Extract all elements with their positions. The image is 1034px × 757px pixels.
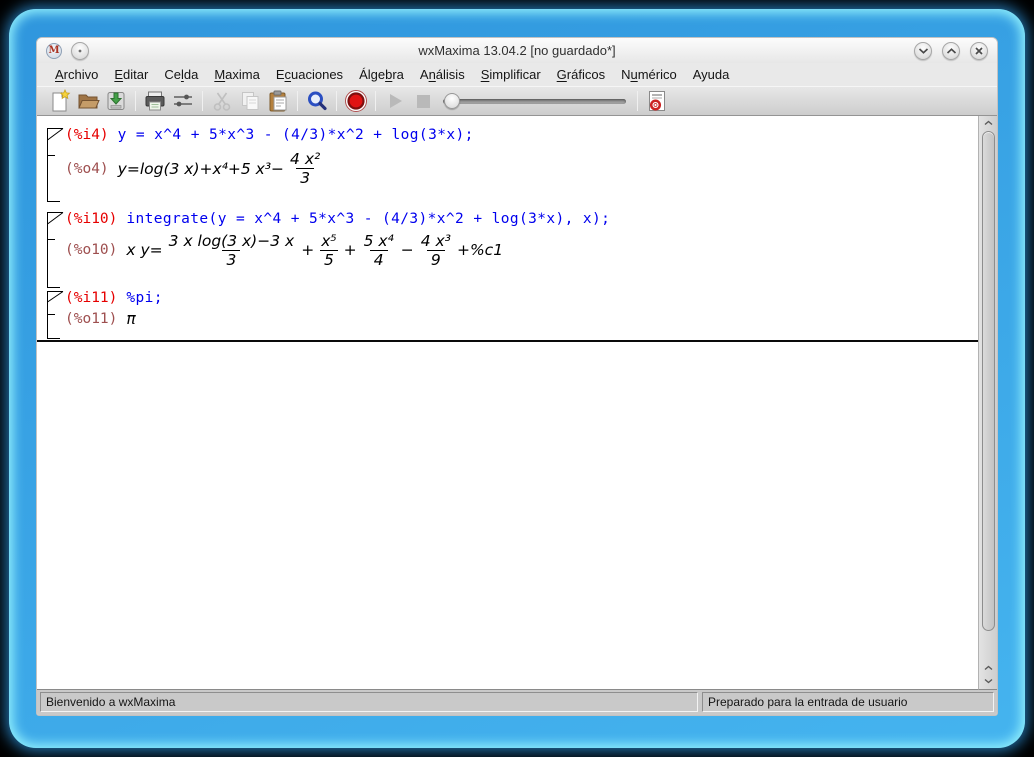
status-message: Bienvenido a wxMaxima — [40, 692, 698, 712]
toolbar-separator — [637, 91, 638, 111]
status-bar: Bienvenido a wxMaxima Preparado para la … — [37, 690, 997, 715]
cut-button[interactable] — [208, 88, 236, 115]
window-menu-button[interactable] — [71, 41, 89, 60]
menu-bar: Archivo Editar Celda Maxima Ecuaciones Álgebr… — [37, 63, 997, 86]
menu-ayuda[interactable]: Ayuda — [685, 65, 738, 84]
output-label: (%o10) — [65, 242, 118, 259]
input-label: (%i4) — [65, 127, 109, 143]
save-icon — [107, 92, 125, 110]
output-label: (%o11) — [65, 311, 118, 328]
open-folder-icon — [78, 94, 100, 109]
toolbar-separator — [297, 91, 298, 111]
output-line: (%o4) y=log(3 x)+x⁴+5 x³− 4 x² 3 — [65, 150, 978, 188]
paste-button[interactable] — [264, 88, 292, 115]
chevron-up-icon — [946, 47, 956, 54]
interrupt-stop-icon — [345, 90, 367, 112]
menu-ecuaciones[interactable]: Ecuaciones — [268, 65, 351, 84]
scrollbar-thumb[interactable] — [981, 131, 995, 631]
scroll-up-button-bottom[interactable] — [979, 661, 997, 674]
dot-icon — [78, 49, 82, 52]
find-button[interactable] — [303, 88, 331, 115]
play-animation-button[interactable] — [381, 88, 409, 115]
input-line[interactable]: (%i10) integrate(y = x^4 + 5*x^3 - (4/3)… — [65, 211, 978, 227]
slider-knob[interactable] — [444, 93, 460, 109]
stop-icon — [417, 95, 430, 108]
menu-editar[interactable]: Editar — [106, 65, 156, 84]
window-title: wxMaxima 13.04.2 [no guardado*] — [418, 43, 616, 58]
math-output: x y= 3 x log(3 x)−3 x 3 + x⁵ 5 +5 x⁴ 4−4 x³ 9 +%c… — [126, 231, 504, 269]
cell-i4[interactable]: (%i4) y = x^4 + 5*x^3 - (4/3)*x^2 + log(… — [47, 127, 978, 202]
close-button[interactable] — [970, 41, 988, 60]
find-magnifier-icon — [308, 91, 327, 111]
cell-bracket[interactable] — [47, 211, 65, 288]
wxmaxima-app-icon: M — [46, 42, 62, 59]
input-code[interactable]: y = x^4 + 5*x^3 - (4/3)*x^2 + log(3*x); — [118, 127, 474, 143]
copy-icon — [242, 92, 259, 110]
chevron-down-icon — [984, 678, 992, 683]
print-icon — [145, 91, 165, 111]
worksheet[interactable]: (%i4) y = x^4 + 5*x^3 - (4/3)*x^2 + log(… — [37, 116, 978, 690]
maximize-button[interactable] — [942, 41, 960, 60]
output-label: (%o4) — [65, 160, 109, 177]
menu-maxima[interactable]: Maxima — [206, 65, 268, 84]
follow-help-button[interactable] — [643, 88, 671, 115]
interrupt-button[interactable] — [342, 88, 370, 115]
chevron-up-icon — [984, 120, 992, 125]
wxmaxima-window: M wxMaxima 13.04.2 [no guardado*] Archiv… — [36, 37, 998, 716]
vertical-scrollbar[interactable] — [978, 116, 997, 690]
cell-bracket[interactable] — [47, 128, 65, 202]
paste-clipboard-icon — [269, 90, 287, 112]
toolbar — [37, 86, 997, 116]
new-document-button[interactable] — [46, 88, 74, 115]
cell-bracket[interactable] — [47, 291, 65, 340]
toolbar-separator — [375, 91, 376, 111]
input-line[interactable]: (%i11) %pi; — [65, 290, 978, 306]
toolbar-separator — [336, 91, 337, 111]
stop-animation-button[interactable] — [409, 88, 437, 115]
cell-i10[interactable]: (%i10) integrate(y = x^4 + 5*x^3 - (4/3)… — [47, 211, 978, 288]
chevron-down-icon — [918, 47, 928, 54]
horizontal-caret[interactable] — [37, 340, 978, 343]
cell-i11[interactable]: (%i11) %pi; (%o11) π — [47, 290, 978, 340]
print-button[interactable] — [141, 88, 169, 115]
maxima-status: Preparado para la entrada de usuario — [702, 692, 994, 712]
input-label: (%i11) — [65, 290, 118, 307]
menu-celda[interactable]: Celda — [156, 65, 206, 84]
cut-scissors-icon — [213, 92, 231, 111]
help-lifebuoy-page-icon — [649, 91, 665, 111]
math-output: π — [126, 310, 136, 329]
preferences-sliders-icon — [174, 94, 192, 107]
open-button[interactable] — [74, 88, 102, 115]
chevron-up-icon — [984, 665, 992, 670]
menu-numerico[interactable]: Numérico — [613, 65, 685, 84]
menu-archivo[interactable]: Archivo — [47, 65, 106, 84]
math-output: y=log(3 x)+x⁴+5 x³− 4 x² 3 — [117, 150, 321, 188]
menu-analisis[interactable]: Análisis — [412, 65, 473, 84]
new-document-icon — [52, 89, 71, 112]
menu-algebra[interactable]: Álgebra — [351, 65, 412, 84]
scroll-up-button[interactable] — [979, 116, 997, 129]
input-label: (%i10) — [65, 210, 118, 227]
output-line: (%o11) π — [65, 310, 978, 328]
save-button[interactable] — [102, 88, 130, 115]
animation-slider[interactable] — [443, 88, 626, 115]
play-icon — [390, 94, 402, 108]
toolbar-separator — [202, 91, 203, 111]
menu-simplificar[interactable]: Simplificar — [473, 65, 549, 84]
slider-track — [443, 98, 626, 104]
minimize-button[interactable] — [914, 41, 932, 60]
toolbar-separator — [135, 91, 136, 111]
input-line[interactable]: (%i4) y = x^4 + 5*x^3 - (4/3)*x^2 + log(… — [65, 127, 978, 143]
input-code[interactable]: %pi; — [126, 290, 163, 306]
input-code[interactable]: integrate(y = x^4 + 5*x^3 - (4/3)*x^2 + … — [126, 211, 610, 227]
menu-graficos[interactable]: Gráficos — [549, 65, 613, 84]
copy-button[interactable] — [236, 88, 264, 115]
output-line: (%o10) x y= 3 x log(3 x)−3 x 3 + x⁵ 5 +5 x⁴ 4−4… — [65, 232, 978, 270]
preferences-button[interactable] — [169, 88, 197, 115]
desktop-background: M wxMaxima 13.04.2 [no guardado*] Archiv… — [0, 0, 1034, 757]
title-bar[interactable]: M wxMaxima 13.04.2 [no guardado*] — [37, 38, 997, 63]
close-icon — [975, 46, 983, 55]
scroll-down-button[interactable] — [979, 674, 997, 687]
